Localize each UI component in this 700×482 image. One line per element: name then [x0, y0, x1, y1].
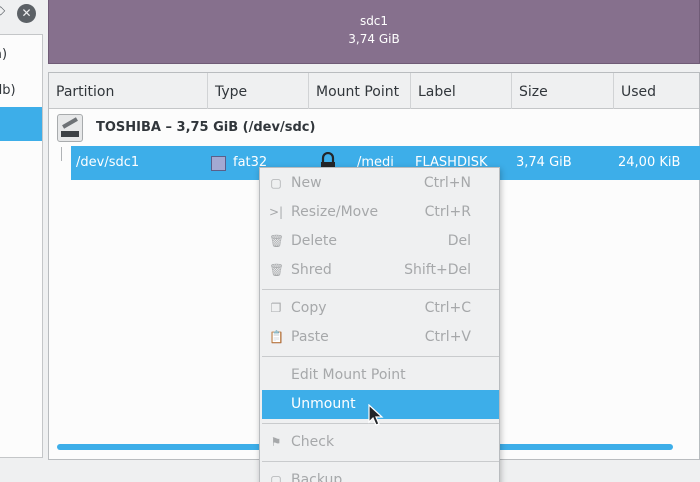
menu-item-label: Check: [291, 434, 335, 450]
menu-item-shortcut: Del: [447, 233, 471, 249]
menu-item-shred[interactable]: 🗑 Shred Shift+Del: [262, 256, 499, 285]
menu-item-shortcut: Ctrl+V: [424, 329, 471, 345]
sidebar-item-device-1[interactable]: a): [0, 37, 42, 73]
device-list: a) db): [0, 34, 43, 458]
menu-item-shortcut: Ctrl+N: [423, 175, 471, 191]
menu-item-shortcut: Shift+Del: [404, 262, 471, 278]
menu-item-edit-mount-point[interactable]: Edit Mount Point: [262, 361, 499, 390]
menu-separator: [262, 461, 499, 462]
context-menu: ▢ New Ctrl+N >| Resize/Move Ctrl+R 🗑 Del…: [259, 167, 500, 482]
menu-item-delete[interactable]: 🗑 Delete Del: [262, 227, 499, 256]
menu-separator: [262, 356, 499, 357]
column-header-mount-point[interactable]: Mount Point: [309, 73, 411, 109]
new-icon: ▢: [270, 176, 282, 190]
column-header-size[interactable]: Size: [512, 73, 614, 109]
device-row[interactable]: TOSHIBA – 3,75 GiB (/dev/sdc): [49, 110, 699, 146]
menu-item-label: Delete: [291, 233, 337, 249]
column-header-type[interactable]: Type: [208, 73, 309, 109]
resize-icon: >|: [269, 205, 284, 219]
menu-item-check[interactable]: ⚑ Check: [262, 428, 499, 457]
menu-item-label: Resize/Move: [291, 204, 379, 220]
device-label: TOSHIBA – 3,75 GiB (/dev/sdc): [96, 120, 316, 135]
menu-separator: [262, 289, 499, 290]
menu-item-label: Paste: [291, 329, 329, 345]
menu-item-label: Backup: [291, 472, 343, 482]
shred-icon: 🗑: [269, 263, 285, 277]
menu-item-resize-move[interactable]: >| Resize/Move Ctrl+R: [262, 198, 499, 227]
partition-graphic-name: sdc1: [359, 14, 389, 28]
copy-icon: ❐: [270, 301, 282, 315]
column-header-used[interactable]: Used: [614, 73, 700, 109]
menu-item-label: Unmount: [291, 396, 356, 412]
partition-graphic-size: 3,74 GiB: [348, 32, 400, 46]
delete-icon: 🗑: [269, 234, 285, 248]
menu-item-shortcut: Ctrl+R: [424, 204, 471, 220]
close-icon[interactable]: ✕: [17, 4, 36, 23]
tree-branch-line: [61, 147, 62, 161]
column-header-partition[interactable]: Partition: [49, 73, 208, 109]
paste-icon: 📋: [269, 330, 284, 344]
menu-item-backup[interactable]: ▢ Backup: [262, 466, 499, 482]
menu-item-label: Shred: [291, 262, 332, 278]
sidebar-item-device-selected[interactable]: [0, 107, 42, 141]
column-header-label[interactable]: Label: [411, 73, 512, 109]
menu-item-copy[interactable]: ❐ Copy Ctrl+C: [262, 294, 499, 323]
menu-item-label: Copy: [291, 300, 327, 316]
sidebar-item-device-2[interactable]: db): [0, 73, 42, 109]
flag-icon: ⚑: [270, 435, 282, 449]
collapse-arrow-icon[interactable]: ◇: [0, 3, 5, 17]
fat32-color-swatch: [211, 156, 226, 171]
cell-partition: /dev/sdc1: [76, 155, 140, 170]
usb-drive-icon: [57, 114, 83, 142]
menu-item-label: New: [291, 175, 322, 191]
mouse-pointer-icon: [368, 404, 384, 426]
partition-graphic[interactable]: sdc1 3,74 GiB: [48, 0, 700, 64]
cell-size: 3,74 GiB: [516, 155, 572, 170]
menu-item-label: Edit Mount Point: [291, 367, 406, 383]
table-header: Partition Type Mount Point Label Size Us…: [49, 73, 699, 109]
backup-icon: ▢: [270, 473, 282, 482]
partition-graphic-label: sdc1 3,74 GiB: [49, 12, 699, 48]
cell-used: 24,00 KiB: [618, 155, 681, 170]
menu-item-paste[interactable]: 📋 Paste Ctrl+V: [262, 323, 499, 352]
menu-item-shortcut: Ctrl+C: [424, 300, 471, 316]
menu-item-new[interactable]: ▢ New Ctrl+N: [262, 169, 499, 198]
device-sidebar: ◇ ✕ a) db): [0, 0, 43, 460]
